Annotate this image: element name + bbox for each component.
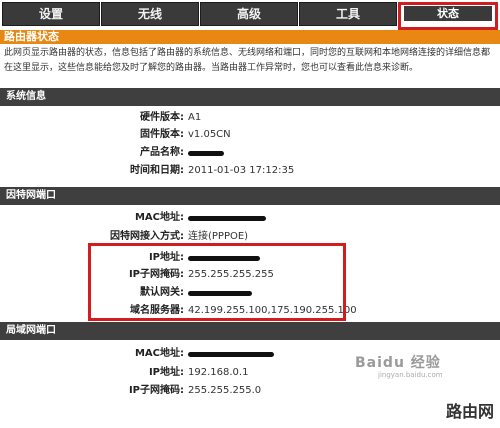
wan-mac-label: MAC地址 (134, 212, 180, 223)
top-nav: 设置 无线 高级 工具 状态 (0, 0, 500, 30)
page-intro: 此网页显示路由器的状态，信息包括了路由器的系统信息、无线网络和端口，同时您的互联… (4, 48, 491, 73)
baidu-watermark: Baidu 经验 (355, 355, 441, 371)
page-title: 路由器状态 (0, 30, 500, 44)
firmware-version-value: v1.05CN (188, 129, 231, 140)
tab-status-label: 状态 (404, 6, 492, 21)
lan-ip-label: IP地址 (148, 367, 180, 378)
tab-advanced[interactable]: 高级 (200, 2, 298, 26)
time-date-value: 2011-01-03 17:12:35 (188, 165, 295, 176)
lan-mac-redacted (188, 352, 274, 357)
row-firmware-version: 固件版本 : v1.05CN (0, 127, 500, 143)
lan-mac-label: MAC地址 (134, 348, 180, 359)
lan-mask-value: 255.255.255.0 (188, 385, 262, 396)
time-date-label: 时间和日期 (130, 165, 180, 176)
section-lan-port: 局域网端口 (0, 322, 500, 340)
row-lan-mask: IP子网掩码 : 255.255.255.0 (0, 383, 500, 399)
tab-wireless[interactable]: 无线 (101, 2, 199, 26)
section-internet-port: 因特网端口 (0, 187, 500, 205)
product-name-redacted (188, 151, 224, 156)
tab-tools[interactable]: 工具 (299, 2, 397, 26)
lan-mask-label: IP子网掩码 (128, 385, 180, 396)
tab-setup[interactable]: 设置 (2, 2, 100, 26)
row-product-name: 产品名称 : (0, 145, 500, 161)
highlight-box (88, 243, 346, 321)
row-hardware-version: 硬件版本 : A1 (0, 110, 500, 126)
product-name-label: 产品名称 (140, 147, 180, 158)
firmware-version-label: 固件版本 (140, 129, 180, 140)
hardware-version-label: 硬件版本 (140, 112, 180, 123)
hardware-version-value: A1 (188, 112, 202, 123)
wan-mac-redacted (188, 216, 266, 221)
row-time-date: 时间和日期 : 2011-01-03 17:12:35 (0, 163, 500, 179)
site-watermark: 路由网 (445, 402, 494, 421)
row-wan-mac: MAC地址 : (0, 210, 500, 226)
section-system-info: 系统信息 (0, 88, 500, 106)
tab-status[interactable]: 状态 (398, 2, 498, 30)
lan-ip-value: 192.168.0.1 (188, 367, 249, 378)
baidu-watermark-url: jingyan.baidu.com (378, 371, 443, 379)
